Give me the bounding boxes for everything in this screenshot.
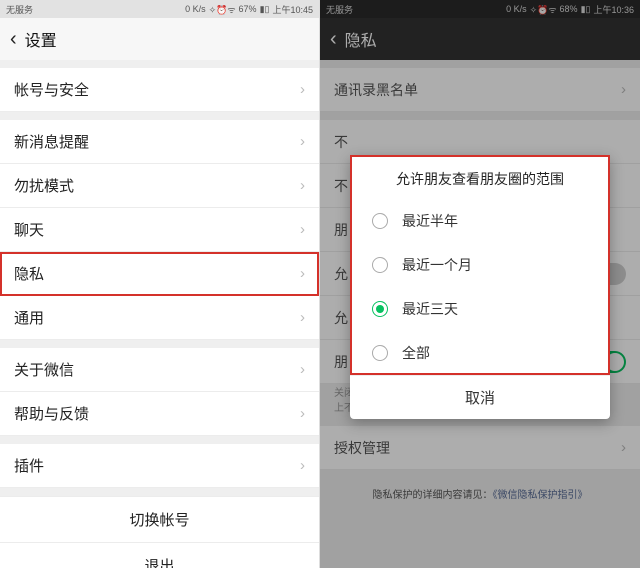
radio-selected-icon <box>372 301 388 317</box>
battery-label: 67% <box>239 4 257 14</box>
settings-list: 关于微信 › 帮助与反馈 › <box>0 348 319 436</box>
settings-list: 插件 › <box>0 444 319 488</box>
row-chat[interactable]: 聊天 › <box>0 208 319 252</box>
logout-button[interactable]: 退出 <box>0 542 319 568</box>
row-about[interactable]: 关于微信 › <box>0 348 319 392</box>
chevron-right-icon: › <box>300 405 305 422</box>
chevron-right-icon: › <box>300 265 305 282</box>
chevron-right-icon: › <box>300 177 305 194</box>
row-general[interactable]: 通用 › <box>0 296 319 340</box>
option-all[interactable]: 全部 <box>350 331 610 375</box>
chevron-right-icon: › <box>300 81 305 98</box>
radio-icon <box>372 257 388 273</box>
row-label: 关于微信 <box>14 359 74 380</box>
settings-screen: 无服务 0 K/s ✧⏰ᯤ 67% ▮▯ 上午10:45 ‹ 设置 帐号与安全 … <box>0 0 320 568</box>
moments-range-dialog: 允许朋友查看朋友圈的范围 最近半年 最近一个月 最近三天 全部 <box>350 155 610 419</box>
row-dnd[interactable]: 勿扰模式 › <box>0 164 319 208</box>
row-plugins[interactable]: 插件 › <box>0 444 319 488</box>
signal-icon: ✧⏰ᯤ <box>209 3 236 16</box>
chevron-right-icon: › <box>300 361 305 378</box>
settings-list: 帐号与安全 › <box>0 68 319 112</box>
row-label: 隐私 <box>14 263 44 284</box>
row-help[interactable]: 帮助与反馈 › <box>0 392 319 436</box>
radio-icon <box>372 213 388 229</box>
option-label: 最近半年 <box>402 211 458 231</box>
row-label: 帮助与反馈 <box>14 403 89 424</box>
privacy-screen: 无服务 0 K/s ✧⏰ᯤ 68% ▮▯ 上午10:36 ‹ 隐私 通讯录黑名单… <box>320 0 640 568</box>
chevron-right-icon: › <box>300 133 305 150</box>
net-speed: 0 K/s <box>185 4 206 14</box>
switch-account-button[interactable]: 切换帐号 <box>0 496 319 542</box>
row-new-message[interactable]: 新消息提醒 › <box>0 120 319 164</box>
back-icon[interactable]: ‹ <box>10 28 17 51</box>
radio-icon <box>372 345 388 361</box>
option-half-year[interactable]: 最近半年 <box>350 199 610 243</box>
option-label: 最近一个月 <box>402 255 472 275</box>
carrier-label: 无服务 <box>6 3 33 16</box>
row-label: 帐号与安全 <box>14 79 89 100</box>
row-label: 插件 <box>14 455 44 476</box>
row-label: 聊天 <box>14 219 44 240</box>
row-label: 新消息提醒 <box>14 131 89 152</box>
battery-icon: ▮▯ <box>260 4 270 15</box>
chevron-right-icon: › <box>300 221 305 238</box>
account-actions: 切换帐号 退出 <box>0 496 319 568</box>
chevron-right-icon: › <box>300 309 305 326</box>
option-one-month[interactable]: 最近一个月 <box>350 243 610 287</box>
row-label: 通用 <box>14 307 44 328</box>
status-bar: 无服务 0 K/s ✧⏰ᯤ 67% ▮▯ 上午10:45 <box>0 0 319 18</box>
settings-list: 新消息提醒 › 勿扰模式 › 聊天 › 隐私 › 通用 › <box>0 120 319 340</box>
chevron-right-icon: › <box>300 457 305 474</box>
page-title: 设置 <box>25 27 57 51</box>
option-label: 最近三天 <box>402 299 458 319</box>
row-account-security[interactable]: 帐号与安全 › <box>0 68 319 112</box>
option-three-days[interactable]: 最近三天 <box>350 287 610 331</box>
time-label: 上午10:45 <box>272 3 313 16</box>
row-label: 勿扰模式 <box>14 175 74 196</box>
cancel-button[interactable]: 取消 <box>350 375 610 419</box>
option-label: 全部 <box>402 343 430 363</box>
row-privacy[interactable]: 隐私 › <box>0 252 319 296</box>
dialog-title: 允许朋友查看朋友圈的范围 <box>350 155 610 199</box>
navbar: ‹ 设置 <box>0 18 319 60</box>
